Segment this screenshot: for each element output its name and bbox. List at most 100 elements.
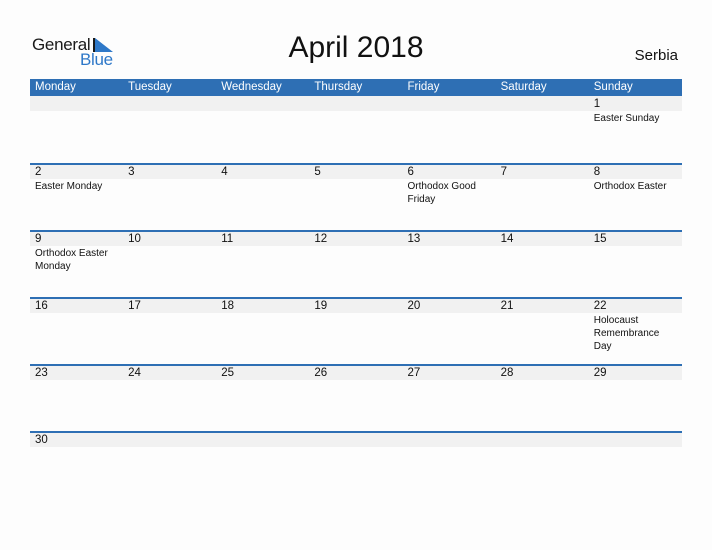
day-number: 6 [407,166,414,178]
week-cells: 9 Orthodox Easter Monday 10 11 12 13 14 15 [30,230,682,297]
day-number: 18 [221,300,235,312]
day-cell: 4 [216,163,309,230]
day-cell: 23 [30,364,123,431]
day-number: 26 [314,367,328,379]
weekday-thursday: Thursday [314,81,363,93]
day-cell: 3 [123,163,216,230]
day-cell: 20 [403,297,496,364]
day-cell: 19 [309,297,402,364]
week-cells: 1 Easter Sunday [30,96,682,163]
day-number: 14 [500,233,514,245]
week-row: 2 Easter Monday 3 4 5 6 Orthodox Good Friday 7 8… [30,163,682,230]
holiday-label: Orthodox Easter [593,181,667,192]
day-number: 28 [500,367,514,379]
day-number: 13 [407,233,421,245]
day-cell: 24 [123,364,216,431]
day-cell: 17 [123,297,216,364]
day-cell [216,96,309,163]
holiday-label: Holocaust Remembrance Day [593,315,660,352]
day-cell: 26 [309,364,402,431]
week-cells: 30 [30,431,682,498]
day-number: 24 [128,367,141,379]
day-cell [496,96,589,163]
weekday-friday: Friday [407,81,440,93]
day-cell: 28 [496,364,589,431]
weekday-tuesday: Tuesday [128,81,172,93]
page-title: April 2018 [288,31,424,64]
day-number: 27 [407,367,421,379]
day-cell [123,431,216,498]
day-cell [309,96,402,163]
calendar: Monday Tuesday Wednesday Thursday Friday… [30,79,682,471]
day-cell: 11 [216,230,309,297]
day-number: 2 [35,166,42,178]
week-row: 23 24 25 26 27 28 29 [30,364,682,431]
day-number: 1 [593,98,601,110]
weeks-container: 1 Easter Sunday 2 Easter Monday 3 4 5 6 Orthodox… [30,96,682,471]
day-cell: 30 [30,431,123,498]
day-number: 12 [314,233,328,245]
weekday-wednesday: Wednesday [221,81,282,93]
day-number: 8 [593,166,601,178]
weekday-header: Monday Tuesday Wednesday Thursday Friday… [30,79,682,96]
day-number: 20 [407,300,421,312]
holiday-label: Orthodox Good Friday [407,181,476,205]
day-cell [216,431,309,498]
day-number: 19 [314,300,328,312]
week-row: 30 [30,431,682,471]
day-cell: 13 [403,230,496,297]
day-number: 21 [500,300,514,312]
day-cell [123,96,216,163]
day-cell: 6 Orthodox Good Friday [403,163,496,230]
day-number: 29 [593,367,607,379]
weekday-saturday: Saturday [500,81,547,93]
day-number: 5 [314,166,321,178]
day-cell [30,96,123,163]
day-cell [496,431,589,498]
day-number: 22 [593,300,607,312]
weekday-sunday: Sunday [593,81,633,93]
day-cell [309,431,402,498]
day-cell: 14 [496,230,589,297]
day-cell [403,96,496,163]
day-cell: 18 [216,297,309,364]
day-cell [589,431,682,498]
day-number: 17 [128,300,141,312]
day-number: 30 [35,434,48,446]
day-cell: 5 [309,163,402,230]
day-cell: 10 [123,230,216,297]
weekday-monday: Monday [35,81,76,93]
day-number: 4 [221,166,228,178]
day-number: 23 [35,367,48,379]
week-row: 1 Easter Sunday [30,96,682,163]
country-label: Serbia [634,47,678,64]
day-cell: 27 [403,364,496,431]
day-cell: 29 [589,364,682,431]
day-cell: 25 [216,364,309,431]
day-number: 3 [128,166,135,178]
week-row: 16 17 18 19 20 21 22 Holocaust Remembrance Day [30,297,682,364]
week-row: 9 Orthodox Easter Monday 10 11 12 13 14 15 [30,230,682,297]
day-cell [403,431,496,498]
day-cell: 21 [496,297,589,364]
day-cell: 12 [309,230,402,297]
week-cells: 2 Easter Monday 3 4 5 6 Orthodox Good Friday 7 8… [30,163,682,230]
day-number: 9 [35,233,42,245]
day-number: 11 [221,233,234,245]
day-number: 16 [35,300,48,312]
day-cell: 16 [30,297,123,364]
week-cells: 23 24 25 26 27 28 29 [30,364,682,431]
day-number: 15 [593,233,607,245]
day-cell: 2 Easter Monday [30,163,123,230]
holiday-label: Easter Monday [35,181,103,192]
day-cell: 8 Orthodox Easter [589,163,682,230]
week-cells: 16 17 18 19 20 21 22 Holocaust Remembrance Day [30,297,682,364]
day-cell: 9 Orthodox Easter Monday [30,230,123,297]
day-number: 10 [128,233,141,245]
holiday-label: Easter Sunday [593,113,660,124]
day-cell: 15 [589,230,682,297]
day-number: 25 [221,367,235,379]
day-cell: 1 Easter Sunday [589,96,682,163]
day-number: 7 [500,166,508,178]
holiday-label: Orthodox Easter Monday [35,248,108,272]
